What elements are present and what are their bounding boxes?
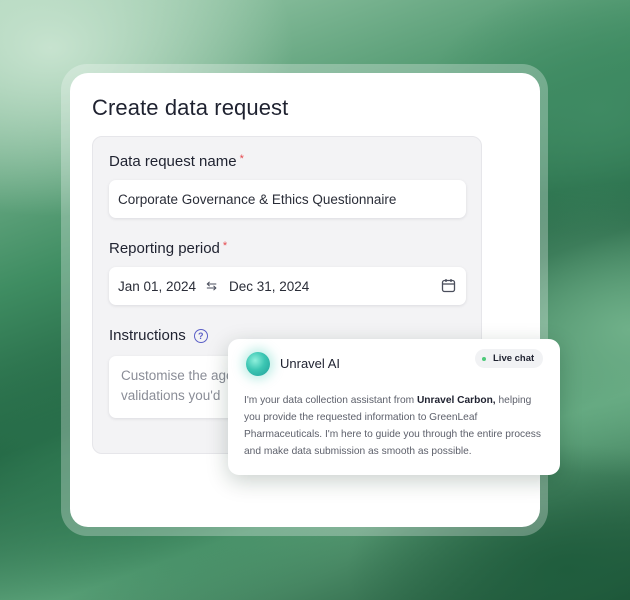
ai-orb-icon bbox=[246, 352, 270, 376]
message-intro: I'm your data collection assistant from bbox=[244, 395, 417, 406]
request-name-value: Corporate Governance & Ethics Questionna… bbox=[118, 191, 397, 207]
page-title: Create data request bbox=[92, 95, 289, 120]
message-brand: Unravel Carbon, bbox=[416, 395, 496, 406]
name-label-text: Data request name bbox=[109, 153, 237, 170]
instructions-label: Instructions? bbox=[109, 327, 208, 344]
live-chat-label: Live chat bbox=[493, 353, 535, 364]
period-label-text: Reporting period bbox=[109, 240, 220, 257]
assistant-message: I'm your data collection assistant from … bbox=[244, 392, 548, 460]
required-mark: * bbox=[222, 240, 228, 252]
reporting-period-field[interactable]: Jan 01, 2024 ⇆ Dec 31, 2024 bbox=[109, 267, 466, 305]
live-status-dot bbox=[482, 356, 486, 361]
period-label: Reporting period * bbox=[109, 240, 227, 257]
request-name-field[interactable]: Corporate Governance & Ethics Questionna… bbox=[109, 180, 466, 218]
assistant-name: Unravel AI bbox=[280, 356, 340, 371]
period-start: Jan 01, 2024 bbox=[118, 278, 197, 294]
calendar-icon[interactable] bbox=[441, 278, 456, 296]
instructions-label-text: Instructions bbox=[109, 327, 186, 344]
help-circle-icon[interactable]: ? bbox=[193, 329, 208, 343]
name-label: Data request name * bbox=[109, 153, 244, 170]
ai-chat-popup: Unravel AI Live chat I'm your data colle… bbox=[228, 339, 560, 475]
period-end: Dec 31, 2024 bbox=[228, 278, 310, 294]
live-chat-badge[interactable]: Live chat bbox=[475, 349, 543, 368]
required-mark: * bbox=[239, 153, 244, 165]
swap-arrows-icon: ⇆ bbox=[206, 278, 217, 293]
